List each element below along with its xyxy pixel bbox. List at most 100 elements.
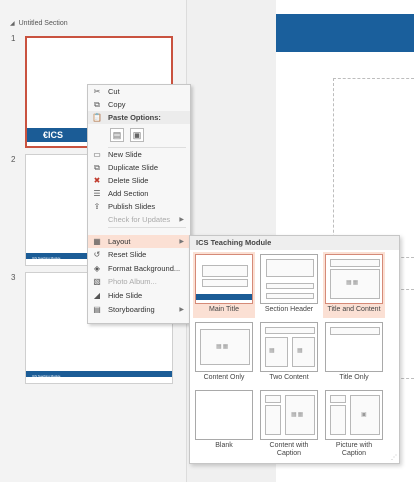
- menu-label: Check for Updates: [108, 215, 171, 224]
- menu-label: Photo Album...: [108, 277, 157, 286]
- hide-slide-icon: ◢: [93, 291, 101, 300]
- menu-label: Hide Slide: [108, 291, 143, 300]
- content-placeholder[interactable]: [333, 78, 414, 258]
- storyboarding-icon: ▤: [93, 305, 101, 314]
- menu-item-add-section[interactable]: ☰ Add Section: [88, 187, 190, 200]
- menu-item-publish-slides[interactable]: ⇪ Publish Slides: [88, 200, 190, 213]
- menu-item-hide-slide[interactable]: ◢ Hide Slide: [88, 289, 190, 302]
- paste-icon: 📋: [92, 113, 102, 122]
- gallery-title: ICS Teaching Module: [190, 236, 399, 250]
- menu-item-new-slide[interactable]: ▭ New Slide: [88, 148, 190, 161]
- layout-label: Section Header: [264, 306, 314, 313]
- layout-preview: ▦▦: [260, 390, 318, 440]
- layout-content-with-caption[interactable]: ▦▦ Content with Caption: [258, 388, 320, 457]
- layout-preview: ▦▦: [195, 322, 253, 372]
- menu-label: Format Background...: [108, 264, 181, 273]
- layout-picture-with-caption[interactable]: ▣ Picture with Caption: [323, 388, 385, 457]
- layout-label: Content Only: [203, 374, 245, 381]
- layout-preview: ▦ ▦: [260, 322, 318, 372]
- layout-preview: [195, 254, 253, 304]
- submenu-arrow-icon: ▶: [179, 239, 184, 245]
- paste-options-group: ▤ ▣: [110, 128, 144, 142]
- scissors-icon: ✂: [93, 87, 101, 96]
- menu-separator: [108, 227, 186, 228]
- section-header[interactable]: ◢ Untitled Section: [10, 20, 68, 27]
- menu-item-copy[interactable]: ⧉ Copy: [88, 98, 190, 111]
- layout-main-title[interactable]: Main Title: [193, 252, 255, 318]
- menu-label: Duplicate Slide: [108, 163, 159, 172]
- menu-item-delete-slide[interactable]: ✖ Delete Slide: [88, 174, 190, 187]
- layout-section-header[interactable]: Section Header: [258, 252, 320, 318]
- layout-label: Content with Caption: [269, 442, 309, 457]
- menu-label: Cut: [108, 87, 120, 96]
- content-icons: ▦: [269, 348, 276, 354]
- reset-slide-icon: ↺: [93, 250, 101, 259]
- layout-two-content[interactable]: ▦ ▦ Two Content: [258, 320, 320, 386]
- slide-number-1: 1: [11, 34, 16, 43]
- layout-preview: [260, 254, 318, 304]
- layout-icon: ▦: [93, 237, 101, 246]
- delete-slide-icon: ✖: [93, 176, 101, 185]
- slide-number-2: 2: [11, 155, 16, 164]
- context-menu: ✂ Cut ⧉ Copy 📋 Paste Options: ▤ ▣ ▭ New …: [87, 84, 191, 324]
- check-updates-icon: [92, 215, 102, 224]
- menu-label: Paste Options:: [108, 113, 161, 122]
- menu-label: Add Section: [108, 189, 149, 198]
- menu-item-cut[interactable]: ✂ Cut: [88, 85, 190, 98]
- layout-title-only[interactable]: Title Only: [323, 320, 385, 386]
- resize-grip-icon[interactable]: ⋰: [391, 454, 397, 461]
- content-icons: ▦▦: [216, 344, 230, 350]
- format-background-icon: ◈: [93, 264, 101, 273]
- layout-title-and-content[interactable]: ▦▦ Title and Content: [323, 252, 385, 318]
- layout-label: Title and Content: [327, 306, 381, 313]
- menu-item-photo-album: ▧ Photo Album...: [88, 275, 190, 288]
- duplicate-slide-icon: ⧉: [94, 162, 100, 172]
- slide-footer-text: ICS Teaching Module: [32, 256, 61, 260]
- menu-item-reset-slide[interactable]: ↺ Reset Slide: [88, 248, 190, 261]
- slide-title-bar: [276, 14, 414, 52]
- paste-picture-icon[interactable]: ▣: [130, 128, 144, 142]
- section-name: Untitled Section: [18, 20, 68, 27]
- menu-label: Publish Slides: [108, 202, 156, 211]
- slide-number-3: 3: [11, 273, 16, 282]
- photo-album-icon: ▧: [93, 277, 101, 286]
- new-slide-icon: ▭: [93, 150, 101, 159]
- layout-label: Title Only: [339, 374, 369, 381]
- add-section-icon: ☰: [93, 189, 101, 198]
- menu-label: Storyboarding: [108, 305, 155, 314]
- menu-label: Delete Slide: [108, 176, 149, 185]
- menu-item-format-background[interactable]: ◈ Format Background...: [88, 262, 190, 275]
- menu-item-duplicate-slide[interactable]: ⧉ Duplicate Slide: [88, 161, 190, 174]
- menu-heading-paste-options: 📋 Paste Options:: [88, 111, 190, 124]
- picture-icon: ▣: [361, 412, 368, 418]
- layout-preview: ▦▦: [325, 254, 383, 304]
- layout-label: Two Content: [269, 374, 309, 381]
- menu-label: Layout: [108, 237, 131, 246]
- menu-label: Reset Slide: [108, 250, 147, 259]
- menu-label: New Slide: [108, 150, 142, 159]
- layout-blank[interactable]: Blank: [193, 388, 255, 454]
- layout-label: Main Title: [209, 306, 239, 313]
- content-icons: ▦▦: [291, 412, 305, 418]
- layout-preview: [195, 390, 253, 440]
- layout-preview: ▣: [325, 390, 383, 440]
- layout-label: Picture with Caption: [335, 442, 373, 457]
- menu-item-storyboarding[interactable]: ▤ Storyboarding ▶: [88, 303, 190, 316]
- menu-item-layout[interactable]: ▦ Layout ▶: [88, 235, 190, 248]
- menu-label: Copy: [108, 100, 126, 109]
- submenu-arrow-icon: ▶: [179, 307, 184, 313]
- menu-item-check-updates: Check for Updates ▶: [88, 213, 190, 226]
- publish-slides-icon: ⇪: [93, 202, 101, 211]
- collapse-triangle-icon[interactable]: ◢: [10, 20, 15, 27]
- layout-label: Blank: [215, 442, 233, 449]
- content-icons: ▦▦: [346, 280, 360, 286]
- layout-preview: [325, 322, 383, 372]
- paste-destination-theme-icon[interactable]: ▤: [110, 128, 124, 142]
- slide-footer-text: ICS Teaching Module: [32, 374, 61, 378]
- copy-icon: ⧉: [94, 99, 100, 109]
- submenu-arrow-icon: ▶: [179, 217, 184, 223]
- layout-gallery: ICS Teaching Module Main Title Section H…: [189, 235, 400, 464]
- content-icons: ▦: [297, 348, 304, 354]
- layout-content-only[interactable]: ▦▦ Content Only: [193, 320, 255, 386]
- logo-text: ICS: [48, 130, 64, 140]
